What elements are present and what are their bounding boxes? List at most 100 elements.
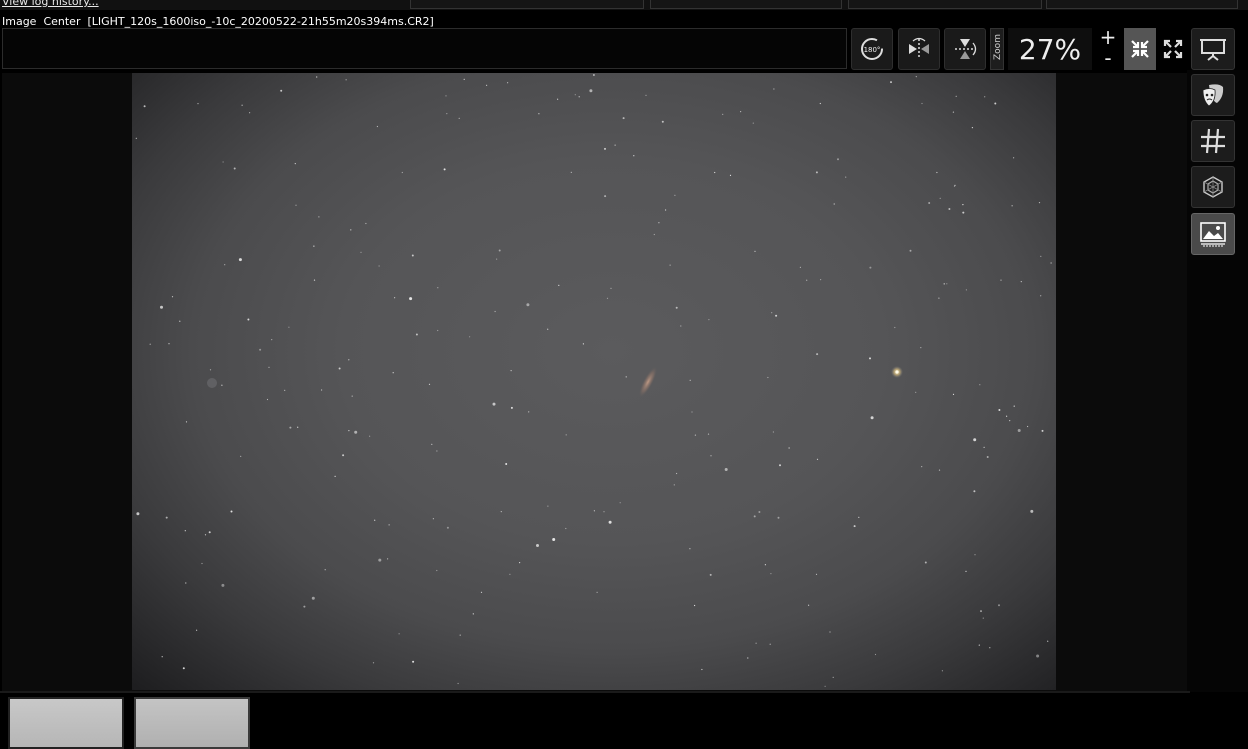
star (338, 367, 341, 370)
star (806, 279, 808, 281)
star (288, 326, 290, 328)
star (247, 318, 250, 321)
fit-to-window-icon (1131, 40, 1149, 58)
star (758, 511, 761, 513)
thumbnail-selected[interactable] (134, 697, 250, 749)
star (437, 287, 439, 289)
star (303, 605, 306, 608)
zoom-value: 27% (1008, 28, 1092, 70)
star (374, 519, 376, 521)
zoom-label: Zoom (993, 34, 1003, 60)
astro-image[interactable] (132, 73, 1056, 690)
star (582, 343, 584, 345)
top-control-box[interactable] (848, 0, 1042, 9)
3d-view-button[interactable] (1191, 166, 1235, 208)
star (398, 633, 400, 635)
star (982, 617, 984, 619)
star (707, 433, 710, 435)
star (266, 398, 269, 401)
star (459, 634, 461, 636)
flip-vertical-button[interactable] (944, 28, 986, 70)
star (411, 254, 414, 257)
star (980, 610, 982, 613)
image-info-panel (2, 28, 847, 69)
star (394, 297, 396, 299)
star (767, 376, 769, 379)
star (510, 370, 512, 372)
star (1011, 205, 1013, 207)
star (994, 102, 997, 105)
grid-button[interactable] (1191, 120, 1235, 162)
star (458, 117, 460, 119)
star (928, 202, 931, 204)
star (921, 466, 923, 468)
star (665, 209, 667, 211)
star (565, 527, 567, 530)
star (680, 325, 682, 327)
rotate-180-icon: 180° (861, 38, 883, 60)
flip-horizontal-icon (909, 37, 929, 59)
star (280, 89, 283, 92)
image-view-button[interactable] (1191, 213, 1235, 255)
star (764, 564, 767, 566)
star-field (135, 74, 1052, 687)
rotate-180-button[interactable]: 180° (851, 28, 893, 70)
star (971, 127, 974, 129)
star (1006, 415, 1008, 417)
star (915, 391, 917, 393)
star (729, 174, 732, 176)
star (557, 98, 559, 100)
star (998, 604, 1000, 607)
fit-to-window-button[interactable] (1124, 28, 1156, 70)
theater-mask-button[interactable] (1191, 74, 1235, 116)
zoom-out-button[interactable]: - (1096, 46, 1120, 70)
star (412, 660, 415, 663)
star (984, 96, 986, 98)
star (360, 251, 362, 253)
star (538, 113, 540, 115)
star (378, 558, 382, 562)
presentation-button[interactable] (1191, 28, 1235, 70)
star (240, 455, 242, 457)
star (979, 384, 981, 386)
star (208, 531, 211, 534)
star (505, 463, 508, 465)
star (1017, 429, 1021, 432)
star (185, 582, 187, 584)
star (689, 548, 691, 550)
top-control-box[interactable] (410, 0, 644, 9)
star (920, 347, 922, 349)
top-control-box[interactable] (650, 0, 842, 9)
star (754, 250, 756, 252)
top-control-box[interactable] (1046, 0, 1238, 9)
star (324, 569, 326, 571)
star (443, 168, 446, 171)
fullscreen-button[interactable] (1157, 28, 1189, 70)
star (507, 82, 509, 84)
star (589, 89, 593, 93)
grid-hash-icon (1201, 128, 1225, 154)
star (409, 297, 413, 301)
star (558, 284, 560, 286)
star (772, 431, 775, 433)
star (222, 161, 224, 163)
star (570, 171, 572, 173)
star (799, 266, 802, 268)
thumbnail[interactable] (8, 697, 124, 749)
flip-horizontal-button[interactable] (898, 28, 940, 70)
star (708, 319, 710, 321)
star (143, 105, 146, 108)
star (196, 629, 198, 631)
star (592, 74, 595, 76)
star (974, 554, 976, 556)
star (574, 94, 576, 96)
zoom-in-button[interactable]: + (1096, 25, 1120, 49)
image-landscape-icon (1200, 222, 1226, 247)
star (658, 222, 660, 224)
star (179, 320, 181, 322)
star (547, 505, 549, 507)
star (233, 167, 236, 170)
view-log-history-link[interactable]: View log history... (2, 0, 99, 8)
star (161, 656, 163, 658)
star (348, 359, 350, 361)
